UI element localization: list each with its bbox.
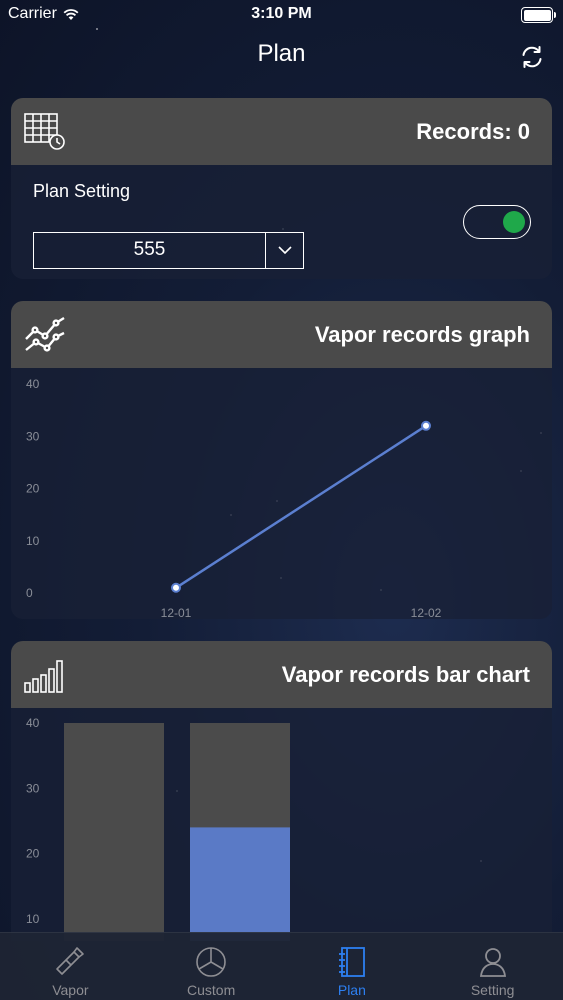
bar	[190, 827, 290, 941]
tab-bar: Vapor Custom Plan Setting	[0, 932, 563, 1000]
plan-dropdown-button[interactable]	[265, 233, 303, 268]
bar-background	[64, 723, 164, 941]
x-tick-label: 12-01	[161, 606, 192, 619]
tab-vapor[interactable]: Vapor	[0, 933, 141, 1000]
tab-setting-label: Setting	[470, 982, 515, 998]
line-chart-icon	[25, 316, 65, 352]
plan-toggle[interactable]	[463, 205, 531, 239]
graph-card: Vapor records graph 0 10 20 30 40 12-01 12-02	[11, 301, 552, 619]
tab-custom[interactable]: Custom	[141, 933, 282, 1000]
records-count: Records: 0	[416, 119, 530, 144]
data-point	[171, 582, 181, 593]
notebook-icon	[338, 947, 365, 977]
graph-card-header: Vapor records graph	[11, 301, 552, 368]
line-chart: 0 10 20 30 40 12-01 12-02	[26, 377, 442, 619]
refresh-icon	[522, 46, 542, 68]
tab-plan-label: Plan	[337, 982, 366, 998]
graph-title: Vapor records graph	[314, 322, 530, 347]
y-tick-label: 40	[26, 377, 40, 391]
refresh-button[interactable]	[517, 42, 547, 72]
y-tick-label: 30	[26, 781, 40, 795]
data-point	[421, 420, 431, 431]
tab-vapor-label: Vapor	[52, 982, 89, 998]
bar-chart-icon	[24, 660, 63, 693]
records-card: Records: 0 Plan Setting 555	[11, 98, 552, 279]
vape-pen-icon	[56, 947, 85, 975]
records-card-header: Records: 0	[11, 98, 552, 165]
x-tick-label: 12-02	[411, 606, 442, 619]
y-tick-label: 20	[26, 482, 40, 496]
y-tick-label: 20	[26, 847, 40, 861]
battery-icon	[521, 7, 556, 23]
status-bar: Carrier 3:10 PM	[0, 0, 563, 30]
pie-chart-icon	[196, 947, 226, 977]
y-tick-label: 10	[26, 534, 40, 548]
bar-chart: 010203040	[26, 716, 290, 941]
series-line	[175, 424, 427, 589]
plan-value: 555	[133, 239, 166, 260]
toggle-knob	[503, 211, 525, 233]
bar-chart-title: Vapor records bar chart	[281, 662, 530, 687]
chevron-down-icon	[277, 246, 292, 255]
status-time: 3:10 PM	[251, 5, 312, 22]
table-clock-icon	[24, 113, 65, 150]
bar-chart-card: Vapor records bar chart 010203040	[11, 641, 552, 941]
y-tick-label: 0	[26, 586, 33, 600]
user-icon	[479, 948, 506, 977]
tab-custom-label: Custom	[187, 982, 236, 998]
y-tick-label: 40	[26, 716, 40, 730]
tab-setting[interactable]: Setting	[422, 933, 563, 1000]
y-tick-label: 10	[26, 912, 40, 926]
plan-setting-label: Plan Setting	[33, 181, 131, 201]
page-title: Plan	[257, 40, 306, 67]
plan-value-select[interactable]: 555	[33, 232, 304, 269]
tab-plan[interactable]: Plan	[282, 933, 423, 1000]
bar-card-header: Vapor records bar chart	[11, 641, 552, 708]
y-tick-label: 30	[26, 429, 40, 443]
